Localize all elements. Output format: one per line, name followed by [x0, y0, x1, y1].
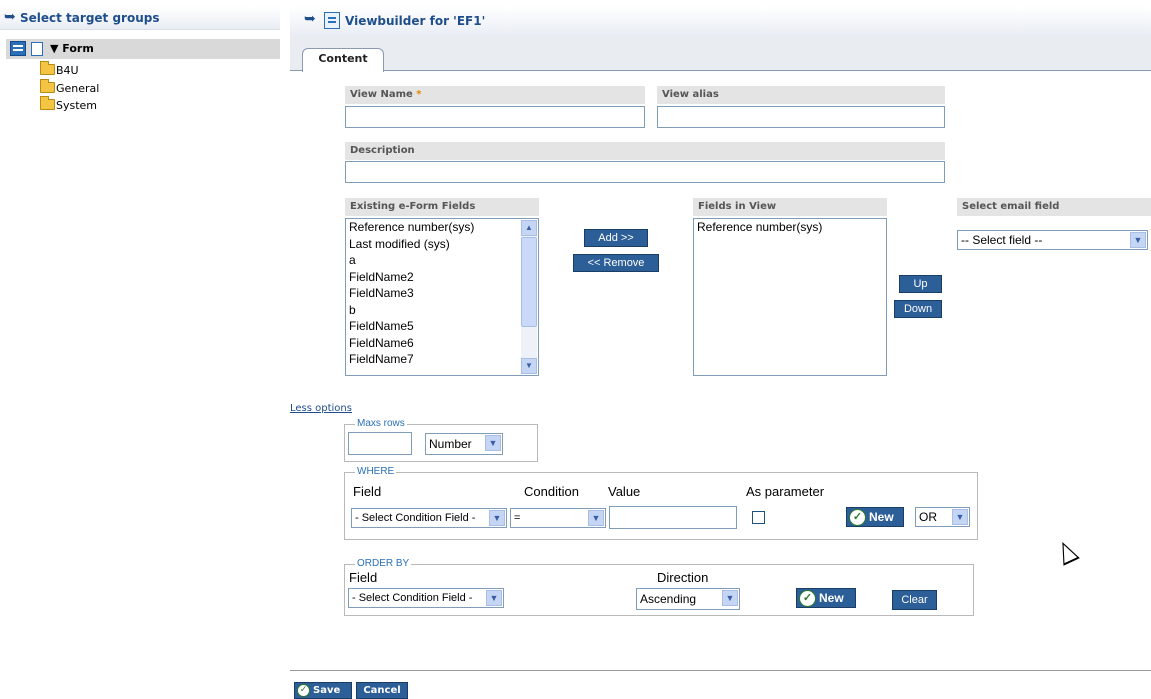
view-alias-label: View alias [662, 89, 719, 100]
tree-item-label: System [56, 99, 98, 112]
logic-operator-value: OR [919, 510, 937, 524]
tab-strip: Content [290, 36, 1151, 72]
scrollbar[interactable]: ▲ ▼ [521, 220, 537, 374]
cancel-button[interactable]: Cancel [356, 682, 408, 699]
where-new-button[interactable]: ✓ New [846, 507, 904, 527]
tree-root-form[interactable]: ▼ Form [6, 39, 280, 59]
tree-item-system[interactable]: System [40, 96, 98, 115]
list-item[interactable]: FieldName2 [346, 269, 538, 286]
less-options-link[interactable]: Less options [290, 403, 352, 414]
list-item[interactable]: FieldName3 [346, 285, 538, 302]
clear-button[interactable]: Clear [892, 590, 937, 610]
tab-content[interactable]: Content [302, 48, 384, 72]
max-rows-type-select[interactable]: Number ▼ [425, 433, 503, 455]
direction-value: Ascending [640, 592, 697, 606]
email-field-label: Select email field [962, 201, 1060, 212]
fields-in-view-list[interactable]: Reference number(sys) [693, 218, 887, 376]
value-header: Value [608, 484, 641, 499]
chevron-down-icon[interactable]: ▼ [722, 590, 738, 606]
existing-fields-list[interactable]: Reference number(sys) Last modified (sys… [345, 218, 539, 376]
orderby-new-button[interactable]: ✓ New [796, 588, 856, 608]
folder-icon [40, 79, 55, 93]
max-rows-input[interactable] [348, 432, 412, 455]
viewbuilder-header: ➥ Viewbuilder for 'EF1' [290, 6, 1151, 36]
condition-header: Condition [524, 484, 579, 499]
max-rows-type-value: Number [429, 437, 472, 451]
chevron-down-icon[interactable]: ▼ [588, 510, 604, 526]
remove-button[interactable]: << Remove [573, 254, 659, 272]
add-button[interactable]: Add >> [584, 229, 648, 247]
orderby-field-value: - Select Condition Field - [352, 592, 473, 604]
left-panel-header: ➥ Select target groups [0, 6, 280, 30]
scroll-up-icon[interactable]: ▲ [521, 220, 537, 236]
orderby-new-label: New [819, 591, 844, 605]
check-icon: ✓ [849, 509, 866, 526]
folder-icon [40, 96, 55, 110]
where-legend: WHERE [355, 466, 397, 477]
chevron-down-icon[interactable]: ▼ [485, 435, 501, 451]
check-icon: ✓ [799, 590, 816, 607]
tree-item-label: B4U [56, 64, 79, 77]
chevron-down-icon[interactable]: ▼ [486, 590, 502, 606]
list-item[interactable]: a [346, 252, 538, 269]
footer-divider [290, 670, 1151, 671]
where-value-input[interactable] [609, 506, 737, 529]
description-input[interactable] [345, 161, 945, 183]
where-field-select[interactable]: - Select Condition Field - ▼ [351, 508, 507, 528]
email-field-value: -- Select field -- [961, 233, 1043, 247]
where-field-header: Field [353, 484, 382, 499]
view-name-label: View Name [350, 89, 413, 100]
tree-root-label: Form [62, 42, 94, 55]
direction-select[interactable]: Ascending ▼ [636, 588, 740, 610]
view-alias-input[interactable] [657, 106, 945, 128]
tree-item-b4u[interactable]: B4U [40, 61, 79, 80]
page-title: Viewbuilder for 'EF1' [345, 14, 486, 28]
form-icon [10, 41, 26, 56]
back-arrow-icon[interactable]: ➥ [304, 11, 316, 27]
orderby-field-select[interactable]: - Select Condition Field - ▼ [348, 588, 504, 608]
document-icon [31, 42, 43, 56]
scroll-thumb[interactable] [521, 237, 537, 327]
where-condition-select[interactable]: = ▼ [510, 508, 606, 528]
viewbuilder-icon [324, 12, 340, 29]
up-button[interactable]: Up [899, 275, 942, 293]
list-item[interactable]: Reference number(sys) [346, 219, 538, 236]
orderby-legend: ORDER BY [355, 558, 412, 569]
chevron-down-icon[interactable]: ▼ [489, 510, 505, 526]
scroll-down-icon[interactable]: ▼ [521, 358, 537, 374]
list-item[interactable]: Last modified (sys) [346, 236, 538, 253]
mouse-cursor-icon [1054, 538, 1080, 566]
orderby-field-header: Field [349, 570, 378, 585]
back-arrow-icon[interactable]: ➥ [4, 9, 16, 25]
left-panel-title: Select target groups [20, 11, 160, 25]
chevron-down-icon[interactable]: ▼ [1130, 232, 1146, 248]
required-mark: * [416, 89, 422, 100]
where-field-value: - Select Condition Field - [355, 512, 476, 524]
fields-in-view-label: Fields in View [698, 201, 777, 212]
list-item[interactable]: FieldName6 [346, 335, 538, 352]
list-item[interactable]: FieldName5 [346, 318, 538, 335]
where-condition-value: = [514, 512, 521, 524]
max-rows-legend: Maxs rows [355, 418, 407, 429]
logic-operator-select[interactable]: OR ▼ [915, 507, 970, 527]
folder-icon [40, 61, 55, 75]
view-name-input[interactable] [345, 106, 645, 128]
list-item[interactable]: Reference number(sys) [694, 219, 886, 236]
as-parameter-header: As parameter [746, 484, 825, 499]
down-button[interactable]: Down [894, 300, 942, 318]
email-field-select[interactable]: -- Select field -- ▼ [957, 230, 1148, 250]
where-new-label: New [869, 510, 894, 524]
chevron-down-icon[interactable]: ▼ [952, 509, 968, 525]
check-icon: ✓ [297, 684, 310, 697]
tree-item-label: General [56, 82, 100, 95]
description-label: Description [350, 145, 415, 156]
save-label: Save [313, 685, 341, 696]
list-item[interactable]: b [346, 302, 538, 319]
existing-fields-label: Existing e-Form Fields [350, 201, 476, 212]
as-parameter-checkbox[interactable] [752, 511, 765, 524]
direction-header: Direction [657, 570, 709, 585]
save-button[interactable]: ✓ Save [294, 682, 352, 699]
list-item[interactable]: FieldName7 [346, 351, 538, 368]
